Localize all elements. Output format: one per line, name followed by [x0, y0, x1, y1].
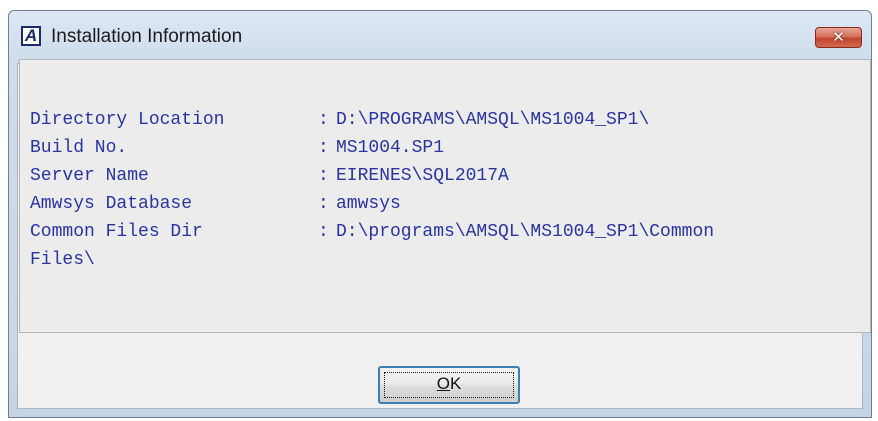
info-list: Directory Location : D:\PROGRAMS\AMSQL\M… — [30, 106, 860, 274]
ok-label-rest: K — [449, 374, 462, 393]
info-value-continuation: Files\ — [30, 250, 95, 270]
info-separator: : — [318, 138, 329, 158]
info-row-server-name: Server Name : EIRENES\SQL2017A — [30, 162, 860, 190]
info-label: Amwsys Database — [30, 194, 193, 214]
info-separator: : — [318, 110, 329, 130]
info-separator: : — [318, 222, 329, 242]
info-value: EIRENES\SQL2017A — [336, 166, 509, 186]
info-separator: : — [318, 194, 329, 214]
info-value: D:\programs\AMSQL\MS1004_SP1\Common — [336, 222, 715, 242]
info-value: D:\PROGRAMS\AMSQL\MS1004_SP1\ — [336, 110, 650, 130]
info-separator: : — [318, 166, 329, 186]
info-row-common-files-dir: Common Files Dir : D:\programs\AMSQL\MS1… — [30, 218, 860, 246]
info-label: Directory Location — [30, 110, 225, 130]
info-label: Build No. — [30, 138, 128, 158]
ok-mnemonic: O — [436, 374, 450, 393]
ok-button[interactable]: OK — [378, 366, 520, 404]
info-value: amwsys — [336, 194, 401, 214]
info-value: MS1004.SP1 — [336, 138, 445, 158]
close-icon: ✕ — [832, 28, 845, 46]
title-bar[interactable]: A Installation Information ✕ — [9, 11, 871, 63]
ok-button-label: OK — [380, 368, 518, 400]
window-title: Installation Information — [51, 26, 243, 47]
info-label: Common Files Dir — [30, 222, 203, 242]
info-row-build-no: Build No. : MS1004.SP1 — [30, 134, 860, 162]
close-button[interactable]: ✕ — [815, 27, 862, 48]
app-letter-a-icon: A — [21, 26, 41, 46]
info-row-directory-location: Directory Location : D:\PROGRAMS\AMSQL\M… — [30, 106, 860, 134]
info-label: Server Name — [30, 166, 149, 186]
info-row-amwsys-database: Amwsys Database : amwsys — [30, 190, 860, 218]
